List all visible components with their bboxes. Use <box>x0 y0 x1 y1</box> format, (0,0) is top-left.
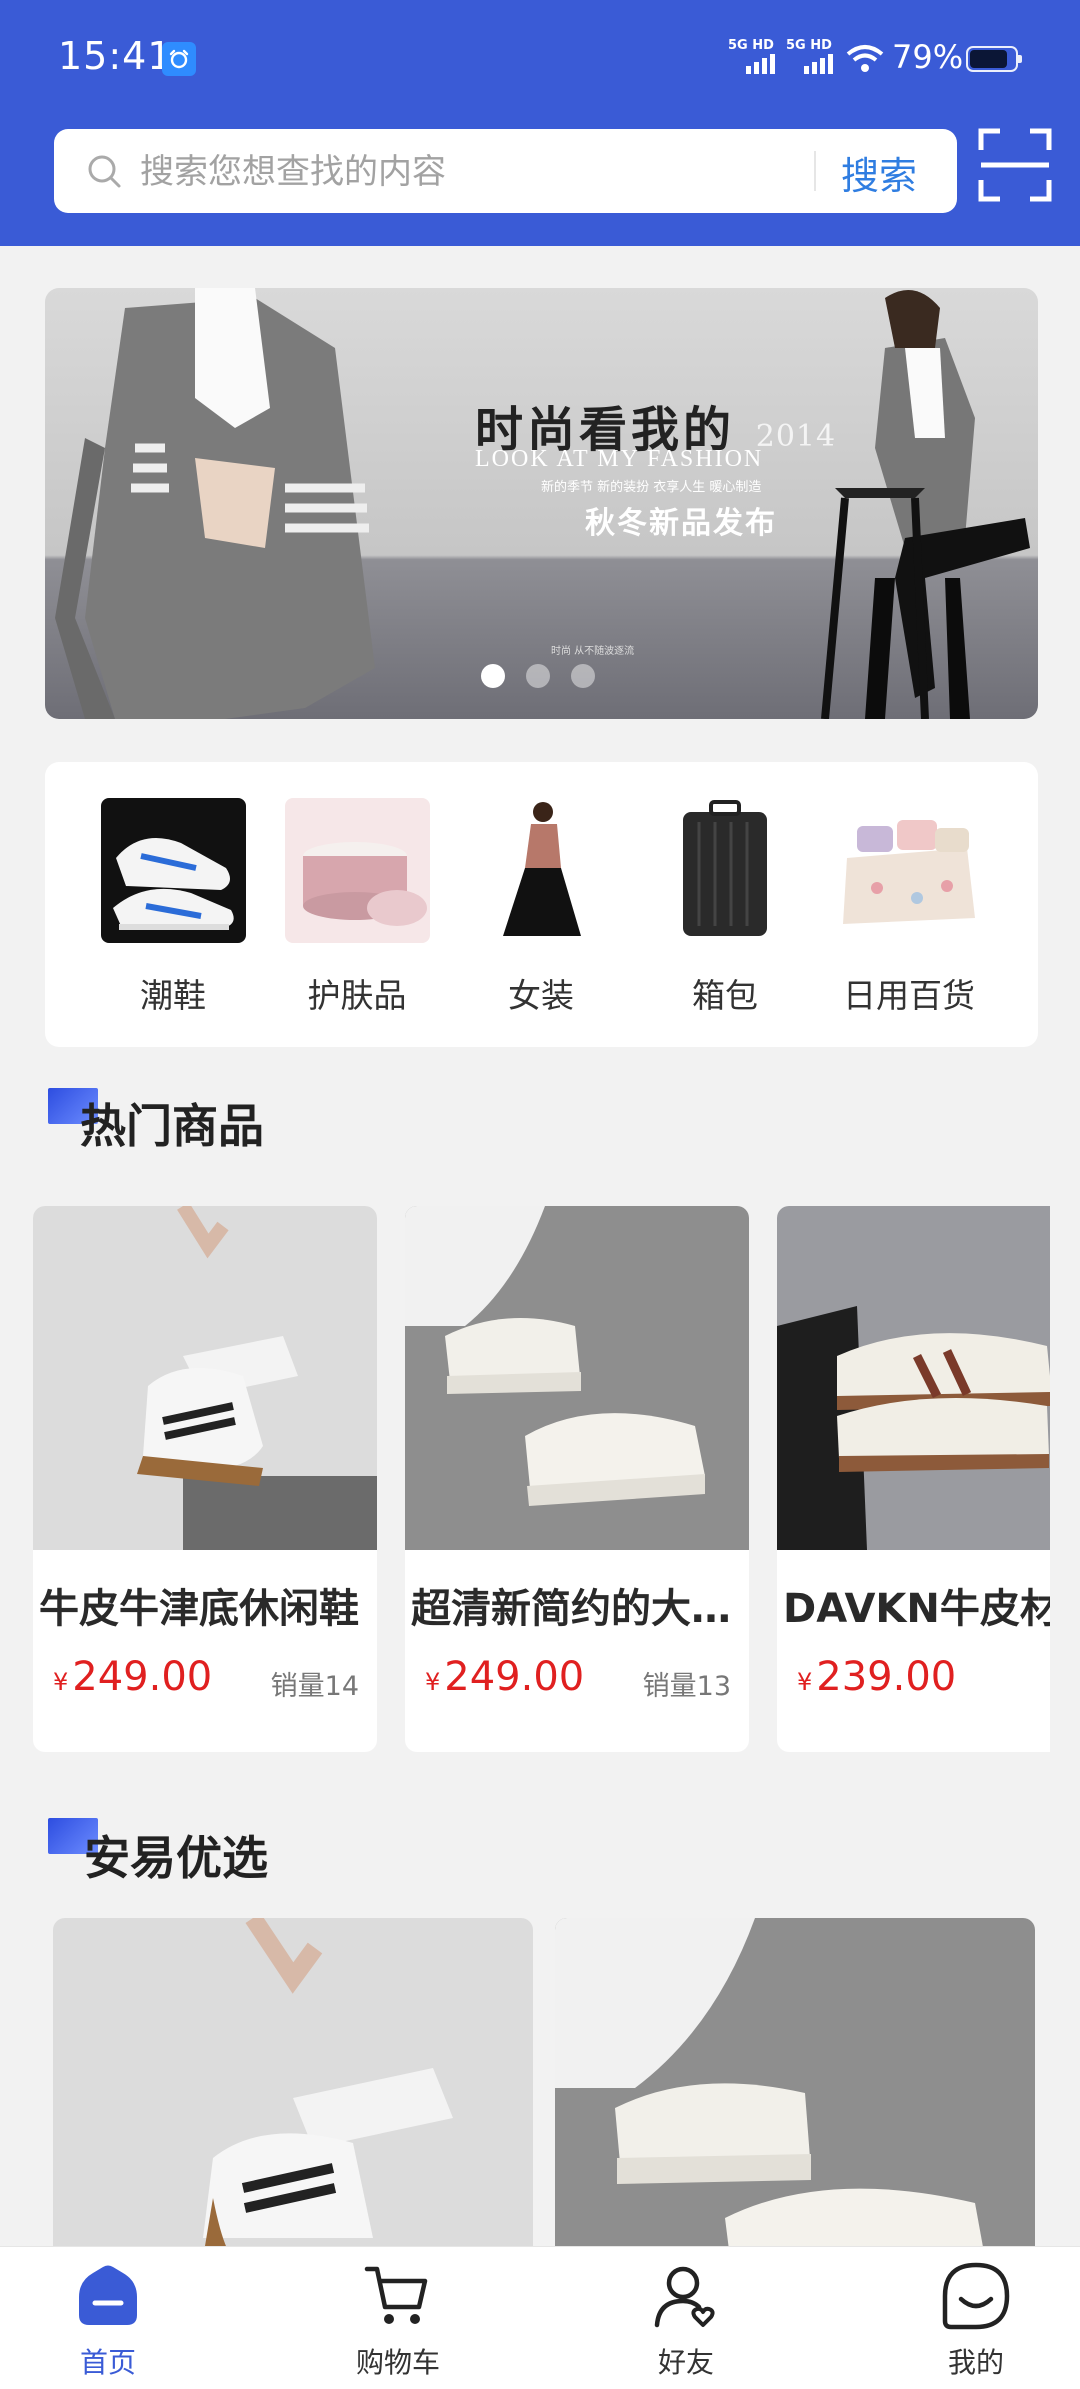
category-image <box>468 798 614 943</box>
product-card[interactable]: DAVKN牛皮材… ¥239.00 销 <box>777 1206 1050 1752</box>
tab-label: 我的 <box>947 2346 1004 2379</box>
cart-icon <box>364 2266 428 2324</box>
picks-list <box>53 1918 1035 2248</box>
battery-icon <box>966 46 1022 72</box>
tab-profile[interactable]: 我的 <box>896 2261 1056 2381</box>
banner-tagline: 新的季节 新的装扮 衣享人生 暖心制造 <box>541 480 762 495</box>
tab-label: 购物车 <box>355 2346 440 2379</box>
category-label: 潮鞋 <box>140 976 206 1015</box>
product-sales: 销量13 <box>642 1671 731 1702</box>
category-image <box>284 798 430 943</box>
tab-home[interactable]: 首页 <box>28 2261 188 2381</box>
category-label: 日用百货 <box>843 976 975 1015</box>
product-name: 牛皮牛津底休闲鞋 <box>39 1586 359 1632</box>
carousel-dot[interactable] <box>526 664 550 688</box>
status-bar: 15:41 5G HD 5G HD 79% <box>0 0 1080 118</box>
search-button[interactable]: 搜索 <box>841 145 917 200</box>
hot-products-list: 牛皮牛津底休闲鞋 ¥249.00 销量14 超清新简约的大… ¥249.00 销… <box>33 1206 1050 1754</box>
wifi-icon <box>846 45 884 72</box>
notification-icon <box>162 42 196 76</box>
pick-card[interactable] <box>53 1918 533 2248</box>
battery-percent: 79% <box>892 38 964 76</box>
tab-label: 好友 <box>657 2346 714 2379</box>
product-price: ¥239.00 <box>797 1654 957 1700</box>
category-daily-goods[interactable]: 日用百货 <box>829 798 989 1017</box>
product-sales: 销量14 <box>270 1671 359 1702</box>
search-icon <box>88 155 121 188</box>
product-card[interactable]: 超清新简约的大… ¥249.00 销量13 <box>405 1206 749 1752</box>
friends-icon <box>654 2266 715 2328</box>
product-card[interactable]: 牛皮牛津底休闲鞋 ¥249.00 销量14 <box>33 1206 377 1752</box>
product-image <box>777 1206 1050 1550</box>
category-label: 护肤品 <box>307 976 407 1015</box>
category-luggage[interactable]: 箱包 <box>645 798 805 1017</box>
search-divider <box>814 151 816 191</box>
carousel-dots <box>481 664 595 688</box>
category-label: 女装 <box>508 976 574 1015</box>
picks-section-title: 安易优选 <box>84 1831 268 1885</box>
category-skincare[interactable]: 护肤品 <box>277 798 437 1017</box>
banner-image <box>55 288 1030 719</box>
product-name: 超清新简约的大… <box>411 1586 731 1632</box>
app-header: 15:41 5G HD 5G HD 79% 搜索 <box>0 0 1080 246</box>
carousel-dot[interactable] <box>481 664 505 688</box>
tab-friends[interactable]: 好友 <box>606 2261 766 2381</box>
signal-icon: 5G HD <box>728 38 782 74</box>
product-price: ¥249.00 <box>53 1654 213 1700</box>
product-image <box>33 1206 377 1550</box>
tab-cart[interactable]: 购物车 <box>318 2261 478 2381</box>
product-price: ¥249.00 <box>425 1654 585 1700</box>
banner-subhead: 秋冬新品发布 <box>585 506 777 541</box>
category-womens-wear[interactable]: 女装 <box>461 798 621 1017</box>
home-icon <box>79 2265 137 2325</box>
category-image <box>100 798 246 943</box>
category-grid: 潮鞋 护肤品 女装 箱包 日用百货 <box>45 762 1038 1047</box>
pick-image <box>53 1918 533 2248</box>
banner-year: 2014 <box>755 419 837 454</box>
banner-footnote: 时尚 从不随波逐流 <box>551 646 635 657</box>
category-label: 箱包 <box>692 976 758 1015</box>
pick-card[interactable] <box>555 1918 1035 2248</box>
search-bar: 搜索 <box>54 129 957 213</box>
category-image <box>836 798 982 943</box>
promo-banner[interactable]: 时尚看我的 2014 LOOK AT MY FASHION 新的季节 新的装扮 … <box>45 288 1038 719</box>
category-sneakers[interactable]: 潮鞋 <box>93 798 253 1017</box>
product-image <box>405 1206 749 1550</box>
scan-icon[interactable] <box>978 128 1052 202</box>
banner-english: LOOK AT MY FASHION <box>475 446 764 472</box>
bottom-tab-bar: 首页 购物车 好友 我的 <box>0 2246 1080 2389</box>
signal-icon-2: 5G HD <box>786 38 840 74</box>
tab-label: 首页 <box>79 2346 136 2379</box>
profile-icon <box>942 2262 1010 2330</box>
status-time: 15:41 <box>58 34 173 78</box>
product-name: DAVKN牛皮材… <box>783 1586 1050 1632</box>
hot-section-title: 热门商品 <box>80 1099 264 1153</box>
pick-image <box>555 1918 1035 2248</box>
category-image <box>652 798 798 943</box>
search-input[interactable] <box>138 143 862 201</box>
carousel-dot[interactable] <box>571 664 595 688</box>
